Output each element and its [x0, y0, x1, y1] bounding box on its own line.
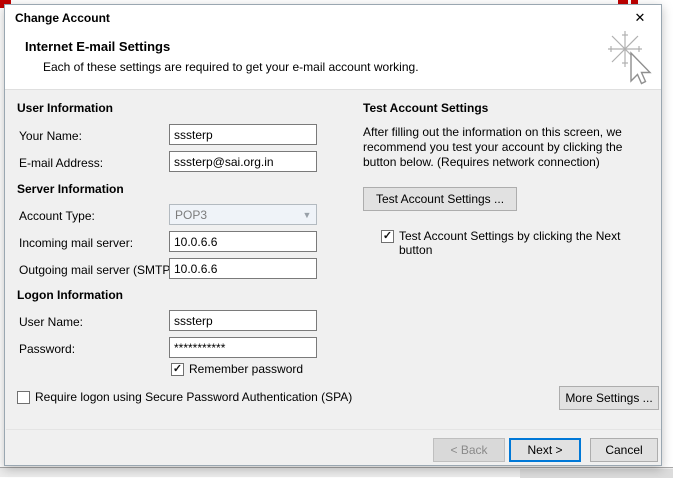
footer-separator — [6, 429, 661, 430]
checkbox-box-unchecked — [17, 391, 30, 404]
spa-label: Require logon using Secure Password Auth… — [35, 390, 352, 404]
section-logon-information: Logon Information — [17, 288, 123, 302]
user-name-input[interactable] — [169, 310, 317, 331]
checkbox-box-checked: ✓ — [381, 230, 394, 243]
email-address-input[interactable] — [169, 151, 317, 172]
your-name-input[interactable] — [169, 124, 317, 145]
incoming-server-label: Incoming mail server: — [19, 236, 133, 250]
test-account-settings-button[interactable]: Test Account Settings ... — [363, 187, 517, 211]
more-settings-button[interactable]: More Settings ... — [559, 386, 659, 410]
spa-checkbox[interactable]: Require logon using Secure Password Auth… — [17, 390, 352, 404]
section-test-account-settings: Test Account Settings — [363, 101, 488, 115]
back-button[interactable]: < Back — [433, 438, 505, 462]
incoming-server-input[interactable] — [169, 231, 317, 252]
close-button[interactable]: ✕ — [619, 5, 661, 30]
header-title: Internet E-mail Settings — [25, 39, 170, 54]
background-window-strip — [0, 467, 673, 477]
check-icon: ✓ — [173, 364, 182, 375]
outgoing-server-input[interactable] — [169, 258, 317, 279]
wizard-header: Internet E-mail Settings Each of these s… — [5, 30, 661, 90]
account-type-select[interactable]: POP3 ▼ — [169, 204, 317, 225]
sparkle-cursor-graphic — [603, 29, 661, 87]
change-account-dialog: Change Account ✕ Internet E-mail Setting… — [4, 4, 662, 466]
check-icon: ✓ — [383, 231, 392, 242]
user-name-label: User Name: — [19, 315, 83, 329]
chevron-down-icon: ▼ — [298, 210, 316, 220]
test-on-next-label: Test Account Settings by clicking the Ne… — [399, 229, 657, 257]
remember-password-label: Remember password — [189, 362, 303, 376]
email-address-label: E-mail Address: — [19, 156, 103, 170]
account-type-value: POP3 — [170, 208, 298, 222]
dialog-titlebar[interactable]: Change Account ✕ — [5, 5, 661, 30]
checkbox-box-checked: ✓ — [171, 363, 184, 376]
cancel-button[interactable]: Cancel — [590, 438, 658, 462]
section-user-information: User Information — [17, 101, 113, 115]
password-input[interactable] — [169, 337, 317, 358]
dialog-title: Change Account — [5, 11, 110, 25]
remember-password-checkbox[interactable]: ✓ Remember password — [171, 362, 303, 376]
password-label: Password: — [19, 342, 75, 356]
account-type-label: Account Type: — [19, 209, 95, 223]
next-button[interactable]: Next > — [509, 438, 581, 462]
section-server-information: Server Information — [17, 182, 124, 196]
your-name-label: Your Name: — [19, 129, 82, 143]
close-icon: ✕ — [635, 10, 646, 26]
outgoing-server-label: Outgoing mail server (SMTP): — [19, 263, 178, 277]
test-on-next-checkbox[interactable]: ✓ Test Account Settings by clicking the … — [381, 229, 657, 257]
test-description: After filling out the information on thi… — [363, 125, 659, 170]
header-subtitle: Each of these settings are required to g… — [43, 60, 419, 74]
